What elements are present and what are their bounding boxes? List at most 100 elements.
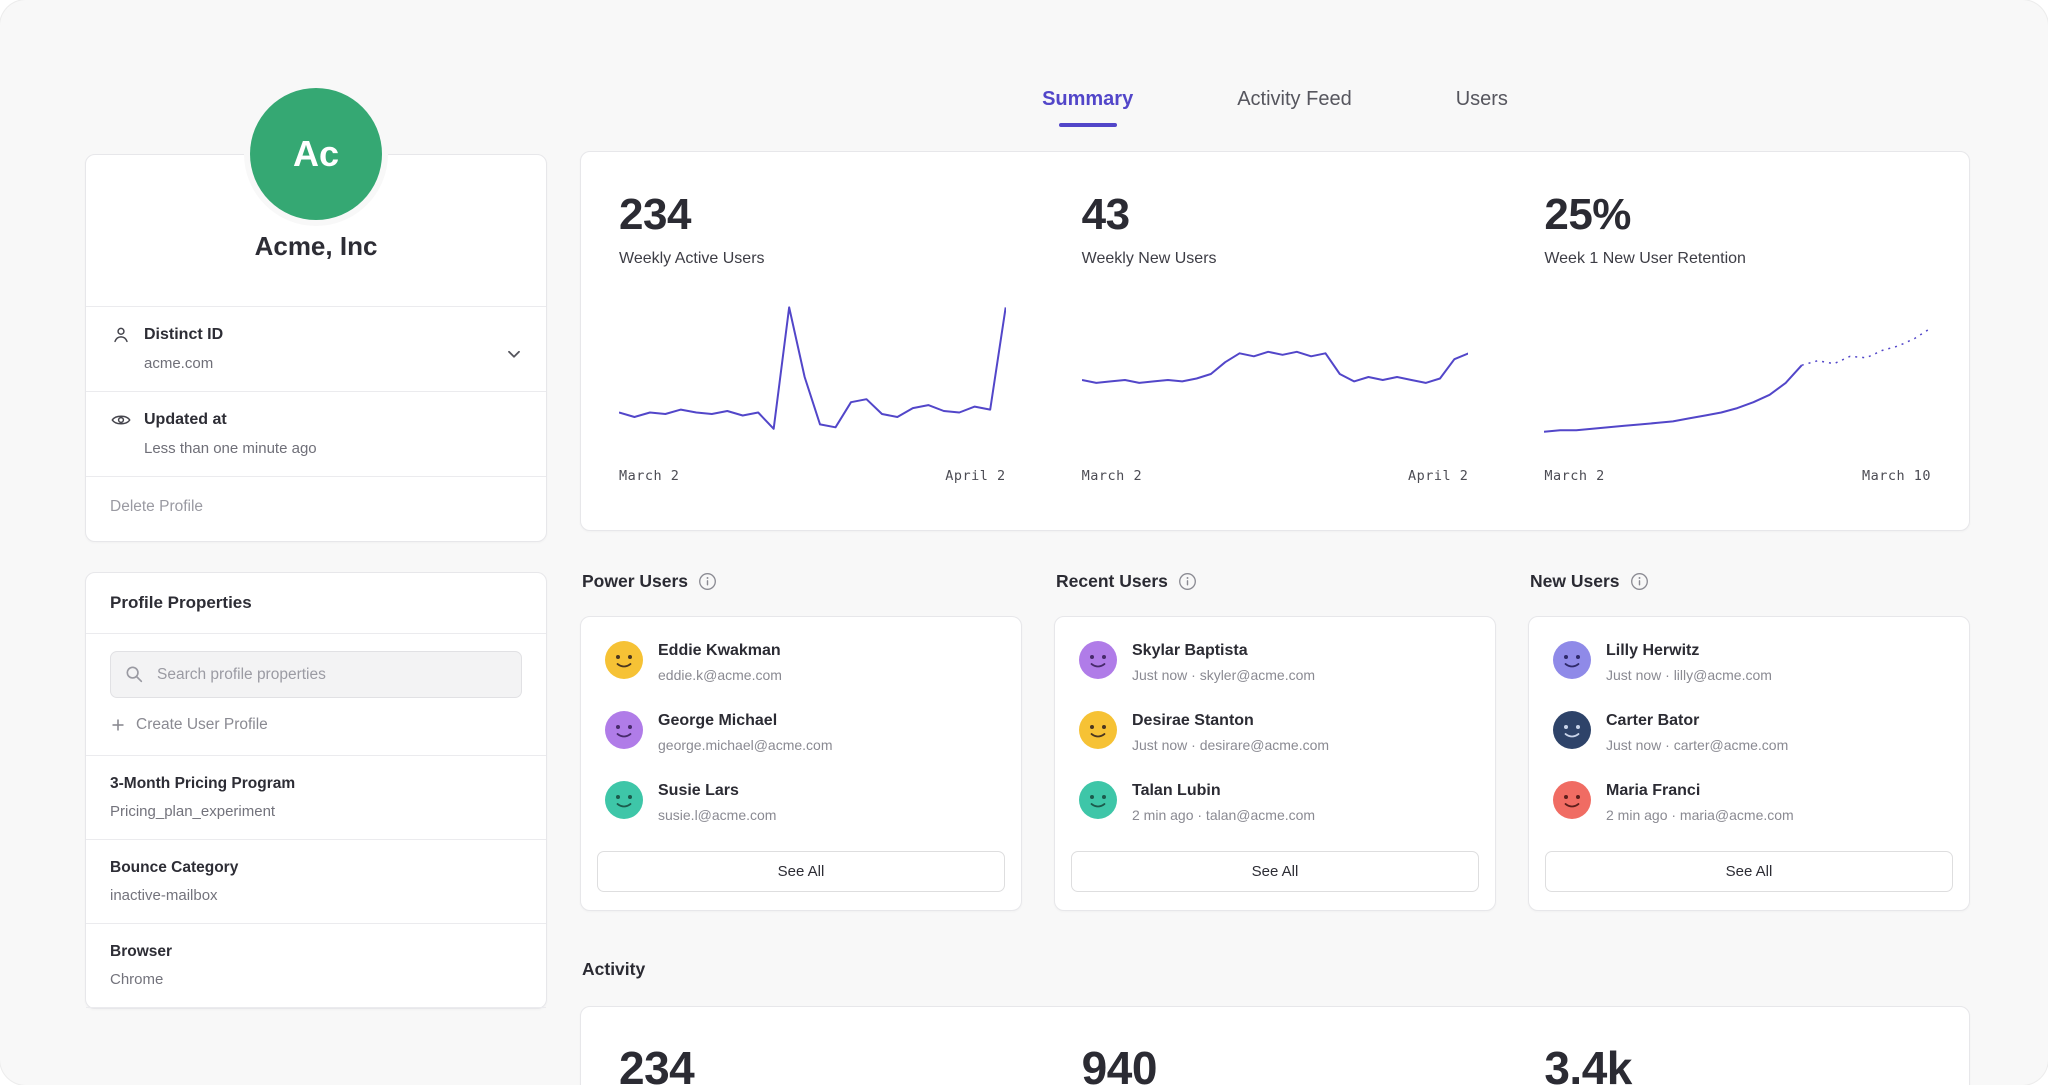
- metric-label: Weekly New Users: [1082, 250, 1469, 268]
- week1-retention-chart: [1544, 298, 1931, 456]
- profile-sidebar: Ac Acme, Inc Distinct ID acme.com: [85, 88, 547, 1009]
- activity-metric-1: 234: [581, 1041, 1044, 1085]
- user-row-maria-franci[interactable]: Maria Franci 2 min ago · maria@acme.com: [1529, 767, 1969, 837]
- activity-value: 940: [1082, 1041, 1469, 1085]
- chevron-down-icon[interactable]: [502, 342, 526, 366]
- updated-at-row: Updated at Less than one minute ago: [86, 392, 546, 477]
- user-row-talan-lubin[interactable]: Talan Lubin 2 min ago · talan@acme.com: [1055, 767, 1495, 837]
- distinct-id-label: Distinct ID: [144, 326, 223, 344]
- create-user-profile-label: Create User Profile: [136, 716, 268, 734]
- power-users-header: Power Users: [580, 571, 1022, 592]
- metric-week1-retention: 25% Week 1 New User Retention March 2 Ma…: [1506, 190, 1969, 484]
- property-row-bounce-category[interactable]: Bounce Category inactive-mailbox: [86, 840, 546, 924]
- updated-at-label: Updated at: [144, 411, 227, 429]
- tab-users[interactable]: Users: [1456, 88, 1508, 127]
- user-row-desirae-stanton[interactable]: Desirae Stanton Just now · desirare@acme…: [1055, 697, 1495, 767]
- power-users-see-all-button[interactable]: See All: [597, 851, 1005, 892]
- activity-value: 3.4k: [1544, 1041, 1931, 1085]
- axis-end-label: March 10: [1862, 468, 1931, 484]
- recent-users-see-all-button[interactable]: See All: [1071, 851, 1479, 892]
- user-meta: Just now · desirare@acme.com: [1132, 737, 1329, 753]
- user-meta: 2 min ago · maria@acme.com: [1606, 807, 1794, 823]
- profile-tabs: Summary Activity Feed Users: [580, 88, 1970, 127]
- new-users-see-all-button[interactable]: See All: [1545, 851, 1953, 892]
- create-user-profile-button[interactable]: Create User Profile: [110, 716, 522, 755]
- user-avatar-face: [605, 641, 643, 679]
- new-users-section: New Users Li: [1528, 571, 1970, 911]
- info-icon[interactable]: [1178, 572, 1197, 591]
- property-value: Pricing_plan_experiment: [110, 803, 522, 820]
- user-name: Carter Bator: [1606, 711, 1788, 730]
- user-name: Desirae Stanton: [1132, 711, 1329, 730]
- user-meta: 2 min ago · talan@acme.com: [1132, 807, 1315, 823]
- user-meta: Just now · carter@acme.com: [1606, 737, 1788, 753]
- user-meta: Just now · skyler@acme.com: [1132, 667, 1315, 683]
- user-row-lilly-herwitz[interactable]: Lilly Herwitz Just now · lilly@acme.com: [1529, 627, 1969, 697]
- profile-properties-title: Profile Properties: [86, 573, 546, 634]
- chart-x-axis: March 2 April 2: [619, 468, 1006, 484]
- user-avatar-face: [1553, 711, 1591, 749]
- search-icon: [123, 663, 145, 685]
- user-meta: susie.l@acme.com: [658, 807, 776, 823]
- metric-value: 234: [619, 190, 1006, 240]
- activity-card: 234 940 3.4k: [580, 1006, 1970, 1085]
- metric-label: Weekly Active Users: [619, 250, 1006, 268]
- property-row-browser[interactable]: Browser Chrome: [86, 924, 546, 1008]
- axis-start-label: March 2: [619, 468, 679, 484]
- user-row-george-michael[interactable]: George Michael george.michael@acme.com: [581, 697, 1021, 767]
- plus-icon: [110, 717, 126, 733]
- eye-icon: [110, 409, 132, 431]
- metric-weekly-new-users: 43 Weekly New Users March 2 April 2: [1044, 190, 1507, 484]
- metric-value: 25%: [1544, 190, 1931, 240]
- property-name: Browser: [110, 943, 522, 961]
- activity-title: Activity: [580, 959, 1970, 980]
- chart-x-axis: March 2 March 10: [1544, 468, 1931, 484]
- user-row-skylar-baptista[interactable]: Skylar Baptista Just now · skyler@acme.c…: [1055, 627, 1495, 697]
- updated-at-value: Less than one minute ago: [144, 440, 522, 457]
- metric-value: 43: [1082, 190, 1469, 240]
- company-avatar: Ac: [250, 88, 382, 220]
- user-avatar-face: [1079, 781, 1117, 819]
- tab-users-label: Users: [1456, 88, 1508, 110]
- active-tab-underline: [1059, 123, 1117, 127]
- user-avatar-face: [605, 711, 643, 749]
- recent-users-section: Recent Users: [1054, 571, 1496, 911]
- user-meta: Just now · lilly@acme.com: [1606, 667, 1772, 683]
- profile-properties-card: Profile Properties Create User Profile 3…: [85, 572, 547, 1009]
- activity-value: 234: [619, 1041, 1006, 1085]
- user-name: Maria Franci: [1606, 781, 1794, 800]
- user-lists-row: Power Users: [580, 571, 1970, 911]
- tab-activity-feed[interactable]: Activity Feed: [1237, 88, 1351, 127]
- user-name: Talan Lubin: [1132, 781, 1315, 800]
- new-users-title: New Users: [1530, 571, 1620, 592]
- main-content: Summary Activity Feed Users 234 Weekly A…: [580, 88, 1970, 1085]
- user-name: Lilly Herwitz: [1606, 641, 1772, 660]
- recent-users-card: Skylar Baptista Just now · skyler@acme.c…: [1054, 616, 1496, 911]
- user-avatar-face: [1079, 711, 1117, 749]
- property-name: Bounce Category: [110, 859, 522, 877]
- tab-summary[interactable]: Summary: [1042, 88, 1133, 127]
- activity-metric-3: 3.4k: [1506, 1041, 1969, 1085]
- weekly-new-users-chart: [1082, 298, 1469, 456]
- company-avatar-initials: Ac: [293, 133, 339, 175]
- user-row-eddie-kwakman[interactable]: Eddie Kwakman eddie.k@acme.com: [581, 627, 1021, 697]
- chart-x-axis: March 2 April 2: [1082, 468, 1469, 484]
- activity-metric-2: 940: [1044, 1041, 1507, 1085]
- property-value: Chrome: [110, 971, 522, 988]
- user-meta: eddie.k@acme.com: [658, 667, 782, 683]
- user-name: Skylar Baptista: [1132, 641, 1315, 660]
- user-avatar-face: [1553, 781, 1591, 819]
- weekly-active-users-chart: [619, 298, 1006, 456]
- delete-profile-button[interactable]: Delete Profile: [86, 477, 546, 541]
- person-icon: [110, 324, 132, 346]
- user-row-carter-bator[interactable]: Carter Bator Just now · carter@acme.com: [1529, 697, 1969, 767]
- user-name: Susie Lars: [658, 781, 776, 800]
- info-icon[interactable]: [1630, 572, 1649, 591]
- distinct-id-row: Distinct ID acme.com: [86, 307, 546, 392]
- power-users-section: Power Users: [580, 571, 1022, 911]
- user-row-susie-lars[interactable]: Susie Lars susie.l@acme.com: [581, 767, 1021, 837]
- tab-activity-feed-label: Activity Feed: [1237, 88, 1351, 110]
- search-profile-properties-input[interactable]: [110, 651, 522, 698]
- property-row-pricing-program[interactable]: 3-Month Pricing Program Pricing_plan_exp…: [86, 756, 546, 840]
- info-icon[interactable]: [698, 572, 717, 591]
